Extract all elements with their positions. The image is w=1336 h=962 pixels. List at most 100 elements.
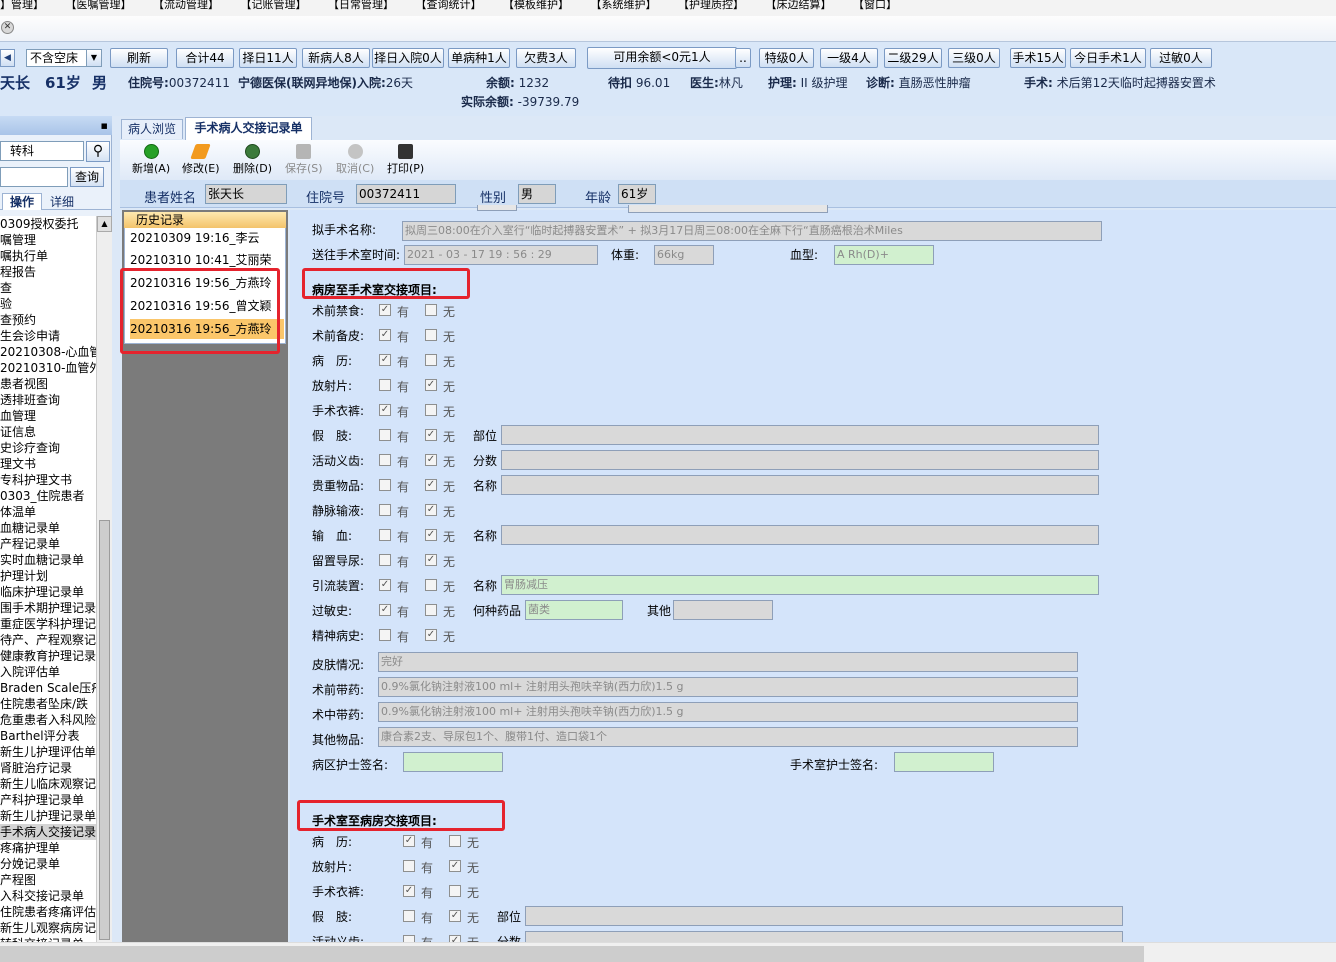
tree-item[interactable]: 透排班查询 [0, 392, 96, 408]
no-checkbox[interactable] [425, 579, 437, 591]
close-icon[interactable]: ✕ [1, 21, 14, 34]
tree-item[interactable]: 血糖记录单 [0, 520, 96, 536]
id-field[interactable]: 00372411 [356, 184, 456, 204]
tree-item[interactable]: 新生儿护理记录单 [0, 808, 96, 824]
tree-item[interactable]: 证信息 [0, 424, 96, 440]
save-button[interactable]: 保存(S) [285, 144, 323, 176]
more-button[interactable]: .. [735, 48, 751, 68]
yes-checkbox[interactable]: ✓ [403, 835, 415, 847]
tree-item[interactable]: 健康教育护理记录 [0, 648, 96, 664]
tree-item[interactable]: 手术病人交接记录 [0, 824, 96, 840]
no-checkbox[interactable]: ✓ [449, 860, 461, 872]
tree-item[interactable]: 新生儿护理评估单 [0, 744, 96, 760]
no-checkbox[interactable]: ✓ [425, 454, 437, 466]
no-checkbox[interactable] [425, 304, 437, 316]
name-field[interactable]: 张天长 [205, 184, 287, 204]
chevron-down-icon[interactable]: ▼ [86, 50, 101, 66]
refresh-button[interactable]: 刷新 [110, 48, 168, 68]
menu-item[interactable]: 【日常管理】 [328, 0, 394, 10]
grade2-button[interactable]: 二级29人 [884, 48, 942, 68]
tree-item[interactable]: 疼痛护理单 [0, 840, 96, 856]
tree-item[interactable]: 入科交接记录单 [0, 888, 96, 904]
extra-field[interactable]: 菌类 [525, 600, 623, 620]
pin-icon[interactable]: ▪ [0, 116, 112, 135]
tree-item[interactable]: 20210310-血管外 [0, 360, 96, 376]
surgery-button[interactable]: 手术15人 [1010, 48, 1066, 68]
extra-field[interactable] [525, 906, 1123, 926]
tree-item[interactable]: 史诊疗查询 [0, 440, 96, 456]
tree-item[interactable]: 嘱执行单 [0, 248, 96, 264]
tree-item[interactable]: Barthel评分表 [0, 728, 96, 744]
delete-button[interactable]: 删除(D) [233, 144, 272, 176]
scroll-up-icon[interactable]: ▲ [97, 216, 112, 232]
tree-item[interactable]: 0309授权委托 [0, 216, 96, 232]
tree-item[interactable]: 验 [0, 296, 96, 312]
tree-item[interactable]: 危重患者入科风险 [0, 712, 96, 728]
new-patient-button[interactable]: 新病人8人 [302, 48, 370, 68]
total-button[interactable]: 合计44 [176, 48, 234, 68]
tree-item[interactable]: 专科护理文书 [0, 472, 96, 488]
today-surgery-button[interactable]: 今日手术1人 [1070, 48, 1146, 68]
no-checkbox[interactable]: ✓ [449, 910, 461, 922]
yes-checkbox[interactable] [379, 379, 391, 391]
tree-item[interactable]: 护理计划 [0, 568, 96, 584]
skin-field[interactable]: 完好 [378, 652, 1078, 672]
other-items-field[interactable]: 康合素2支、导尿包1个、腹带1付、造口袋1个 [378, 727, 1078, 747]
tab-surgery-handover[interactable]: 手术病人交接记录单 [185, 117, 312, 140]
no-checkbox[interactable]: ✓ [425, 554, 437, 566]
no-checkbox[interactable] [425, 604, 437, 616]
preop-drug-field[interactable]: 0.9%氯化钠注射液100 ml+ 注射用头孢呋辛钠(西力欣)1.5 g [378, 677, 1078, 697]
extra-field[interactable] [501, 450, 1099, 470]
menu-item[interactable]: 【护理质控】 [678, 0, 744, 10]
yes-checkbox[interactable] [403, 910, 415, 922]
yes-checkbox[interactable] [403, 860, 415, 872]
scroll-thumb[interactable] [0, 946, 1144, 962]
tree-item[interactable]: 嘱管理 [0, 232, 96, 248]
bed-filter-select[interactable]: 不含空床 ▼ [26, 49, 102, 67]
menu-item[interactable]: 【系统维护】 [591, 0, 657, 10]
tree-item[interactable]: 产程图 [0, 872, 96, 888]
yes-checkbox[interactable]: ✓ [403, 885, 415, 897]
tab-patient-browse[interactable]: 病人浏览 [121, 119, 183, 139]
search-icon[interactable]: ⚲ [86, 141, 110, 162]
extra-field[interactable] [501, 525, 1099, 545]
ward-nurse-sign-field[interactable] [403, 752, 503, 772]
tree-item[interactable]: 生会诊申请 [0, 328, 96, 344]
query-button[interactable]: 查询 [70, 167, 104, 187]
grade1-button[interactable]: 一级4人 [820, 48, 878, 68]
extra-field[interactable] [501, 425, 1099, 445]
tree-item[interactable]: 待产、产程观察记 [0, 632, 96, 648]
today-out-button[interactable]: 择日11人 [239, 48, 297, 68]
planned-surgery-field[interactable]: 拟周三08:00在介入室行“临时起搏器安置术” + 拟3月17日周三08:00在… [402, 221, 1102, 241]
menu-item[interactable]: 【记账管理】 [241, 0, 307, 10]
tree-item[interactable]: 临床护理记录单 [0, 584, 96, 600]
tree-item[interactable]: 新生儿观察病房记 [0, 920, 96, 936]
tree-item[interactable]: 产科护理记录单 [0, 792, 96, 808]
tree-item[interactable]: 血管理 [0, 408, 96, 424]
yes-checkbox[interactable] [379, 479, 391, 491]
history-row[interactable]: 20210310 10:41_艾丽荣 [130, 250, 280, 270]
yes-checkbox[interactable] [379, 454, 391, 466]
allergy-button[interactable]: 过敏0人 [1150, 48, 1212, 68]
dept-field[interactable]: 转科 [0, 141, 84, 161]
menu-item[interactable]: 【流动管理】 [153, 0, 219, 10]
no-checkbox[interactable] [425, 329, 437, 341]
edit-button[interactable]: 修改(E) [182, 144, 220, 176]
special-grade-button[interactable]: 特级0人 [759, 48, 814, 68]
tree-item[interactable]: 理文书 [0, 456, 96, 472]
extra-field[interactable] [501, 475, 1099, 495]
tree-item[interactable]: 查 [0, 280, 96, 296]
no-checkbox[interactable]: ✓ [425, 504, 437, 516]
scroll-thumb[interactable] [99, 520, 110, 940]
extra-field[interactable]: 胃肠减压 [501, 575, 1099, 595]
grade3-button[interactable]: 三级0人 [948, 48, 1000, 68]
yes-checkbox[interactable] [379, 429, 391, 441]
tree-item[interactable]: 20210308-心血管 [0, 344, 96, 360]
no-checkbox[interactable]: ✓ [425, 479, 437, 491]
print-button[interactable]: 打印(P) [387, 144, 424, 176]
menu-item[interactable]: 【窗口】 [853, 0, 897, 10]
yes-checkbox[interactable] [379, 504, 391, 516]
cancel-button[interactable]: 取消(C) [336, 144, 374, 176]
no-checkbox[interactable] [449, 835, 461, 847]
horizontal-scrollbar[interactable] [0, 942, 1336, 962]
